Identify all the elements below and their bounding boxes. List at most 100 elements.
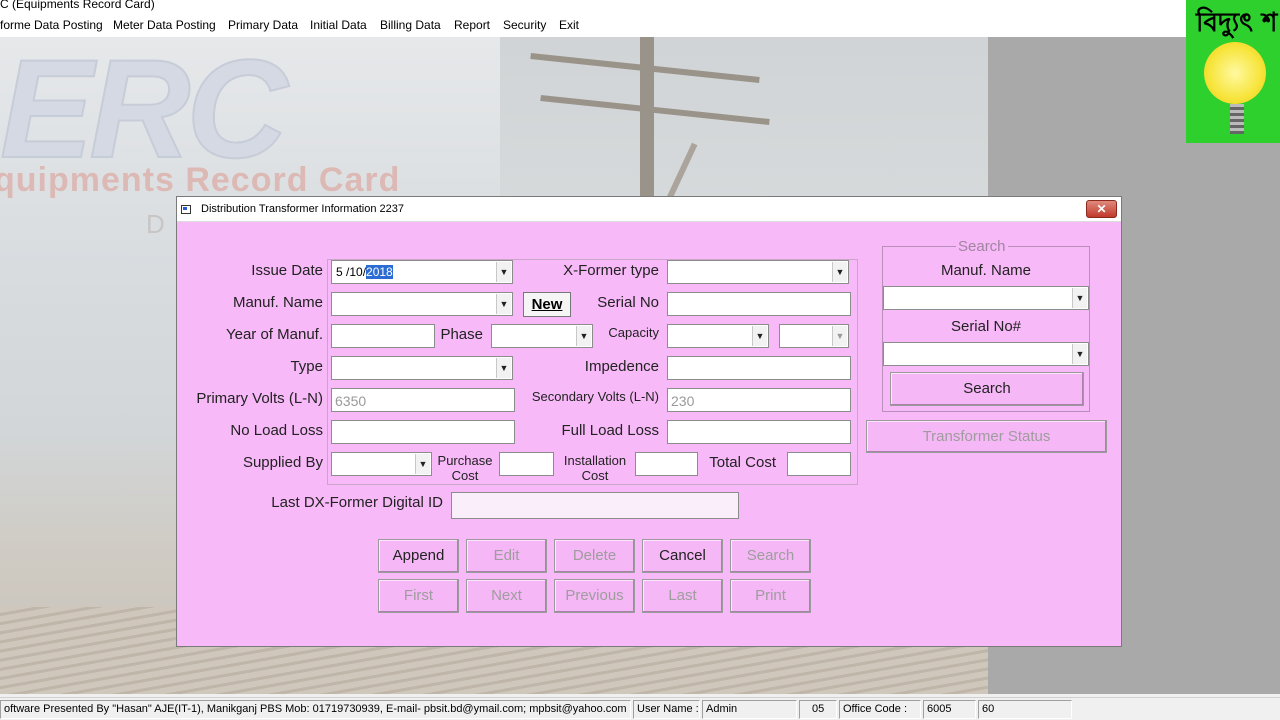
no-load-loss-label: No Load Loss (230, 422, 323, 439)
capacity-unit-select[interactable]: ▼ (779, 324, 849, 348)
secondary-volts-label: Secondary Volts (L-N) (531, 389, 659, 404)
status-office-value: 6005 (923, 700, 976, 719)
issue-date-picker[interactable]: 5 /10/2018 ▼ (331, 260, 513, 284)
full-load-loss-input[interactable] (667, 420, 851, 444)
chevron-down-icon[interactable]: ▼ (496, 358, 511, 378)
purchase-cost-label-line2: Cost (451, 468, 479, 483)
status-bar: oftware Presented By "Hasan" AJE(IT-1), … (0, 697, 1280, 720)
chevron-down-icon[interactable]: ▼ (576, 326, 591, 346)
dialog-title: Distribution Transformer Information 223… (201, 203, 404, 215)
year-of-manuf-input[interactable] (331, 324, 435, 348)
cancel-button[interactable]: Cancel (642, 539, 723, 573)
phase-select[interactable]: ▼ (491, 324, 593, 348)
installation-cost-label-line2: Cost (581, 468, 609, 483)
chevron-down-icon[interactable]: ▼ (752, 326, 767, 346)
chevron-down-icon[interactable]: ▼ (496, 294, 511, 314)
type-select[interactable]: ▼ (331, 356, 513, 380)
menu-bar: forme Data Posting Meter Data Posting Pr… (0, 12, 1186, 37)
last-button[interactable]: Last (642, 579, 723, 613)
edit-button[interactable]: Edit (466, 539, 547, 573)
status-office-label: Office Code : (839, 700, 921, 719)
total-cost-label: Total Cost (709, 454, 776, 471)
last-dx-input[interactable] (451, 492, 739, 519)
supplied-by-label: Supplied By (242, 454, 323, 471)
primary-volts-label: Primary Volts (L-N) (196, 390, 323, 407)
erc-fragment: D (146, 209, 165, 239)
menu-billing-data[interactable]: Billing Data (380, 18, 441, 32)
capacity-select[interactable]: ▼ (667, 324, 769, 348)
window-icon (181, 205, 191, 214)
app-titlebar: C (Equipments Record Card) (0, 0, 1186, 12)
sun-icon (1204, 42, 1266, 104)
serial-no-label: Serial No (597, 294, 659, 311)
print-button[interactable]: Print (730, 579, 811, 613)
erc-subtitle: quipments Record Card (0, 161, 401, 199)
menu-exit[interactable]: Exit (559, 18, 579, 32)
type-label: Type (290, 358, 323, 375)
xformer-type-select[interactable]: ▼ (667, 260, 849, 284)
status-credits: oftware Presented By "Hasan" AJE(IT-1), … (0, 700, 631, 719)
purchase-cost-label: Purchase Cost (434, 453, 496, 483)
menu-security[interactable]: Security (503, 18, 546, 32)
app-title: C (Equipments Record Card) (0, 0, 155, 11)
transformer-status-button[interactable]: Transformer Status (866, 420, 1107, 453)
chevron-down-icon[interactable]: ▼ (496, 262, 511, 282)
brand-logo: বিদ্যুৎ শ (1186, 0, 1280, 143)
menu-meter-data-posting[interactable]: Meter Data Posting (113, 18, 216, 32)
installation-cost-label: Installation Cost (558, 453, 632, 483)
search-manuf-name-select[interactable]: ▼ (883, 286, 1089, 310)
chevron-down-icon[interactable]: ▼ (832, 326, 847, 346)
chevron-down-icon[interactable]: ▼ (415, 454, 430, 474)
chevron-down-icon[interactable]: ▼ (832, 262, 847, 282)
search-button[interactable]: Search (730, 539, 811, 573)
brand-logo-text: বিদ্যুৎ শ (1196, 8, 1278, 38)
erc-logo: ERC (0, 37, 289, 187)
chevron-down-icon[interactable]: ▼ (1072, 288, 1087, 308)
issue-date-year-selected: 2018 (366, 265, 393, 279)
serial-no-input[interactable] (667, 292, 851, 316)
issue-date-label: Issue Date (251, 262, 323, 279)
menu-forme-data-posting[interactable]: forme Data Posting (0, 18, 103, 32)
impedence-label: Impedence (584, 358, 659, 375)
impedence-input[interactable] (667, 356, 851, 380)
menu-initial-data[interactable]: Initial Data (310, 18, 367, 32)
status-code2: 60 (978, 700, 1072, 719)
supplied-by-select[interactable]: ▼ (331, 452, 432, 476)
status-user-value: Admin (702, 700, 797, 719)
status-user-label: User Name : (633, 700, 700, 719)
status-code1: 05 (799, 700, 837, 719)
secondary-volts-input[interactable]: 230 (667, 388, 851, 412)
xformer-type-label: X-Former type (563, 262, 659, 279)
first-button[interactable]: First (378, 579, 459, 613)
installation-cost-label-line1: Installation (563, 453, 627, 468)
full-load-loss-label: Full Load Loss (561, 422, 659, 439)
panel-search-button[interactable]: Search (890, 372, 1084, 406)
total-cost-input[interactable] (787, 452, 851, 476)
primary-volts-input[interactable]: 6350 (331, 388, 515, 412)
year-of-manuf-label: Year of Manuf. (225, 326, 323, 343)
dialog-titlebar: Distribution Transformer Information 223… (177, 197, 1121, 222)
search-manuf-name-label: Manuf. Name (940, 262, 1032, 279)
search-serial-select[interactable]: ▼ (883, 342, 1089, 366)
previous-button[interactable]: Previous (554, 579, 635, 613)
search-panel-legend: Search (956, 238, 1008, 255)
bulb-icon (1230, 104, 1244, 134)
capacity-label: Capacity (608, 325, 659, 340)
issue-date-value: 5 /10/ (336, 265, 367, 279)
search-serial-label: Serial No# (950, 318, 1022, 335)
phase-label: Phase (440, 326, 483, 343)
purchase-cost-label-line1: Purchase (437, 453, 493, 468)
delete-button[interactable]: Delete (554, 539, 635, 573)
manuf-name-label: Manuf. Name (232, 294, 323, 311)
last-dx-label: Last DX-Former Digital ID (271, 494, 443, 511)
no-load-loss-input[interactable] (331, 420, 515, 444)
menu-primary-data[interactable]: Primary Data (228, 18, 298, 32)
purchase-cost-input[interactable] (499, 452, 554, 476)
installation-cost-input[interactable] (635, 452, 698, 476)
close-icon[interactable]: ✕ (1086, 200, 1117, 218)
menu-report[interactable]: Report (454, 18, 490, 32)
append-button[interactable]: Append (378, 539, 459, 573)
manuf-name-select[interactable]: ▼ (331, 292, 513, 316)
chevron-down-icon[interactable]: ▼ (1072, 344, 1087, 364)
next-button[interactable]: Next (466, 579, 547, 613)
